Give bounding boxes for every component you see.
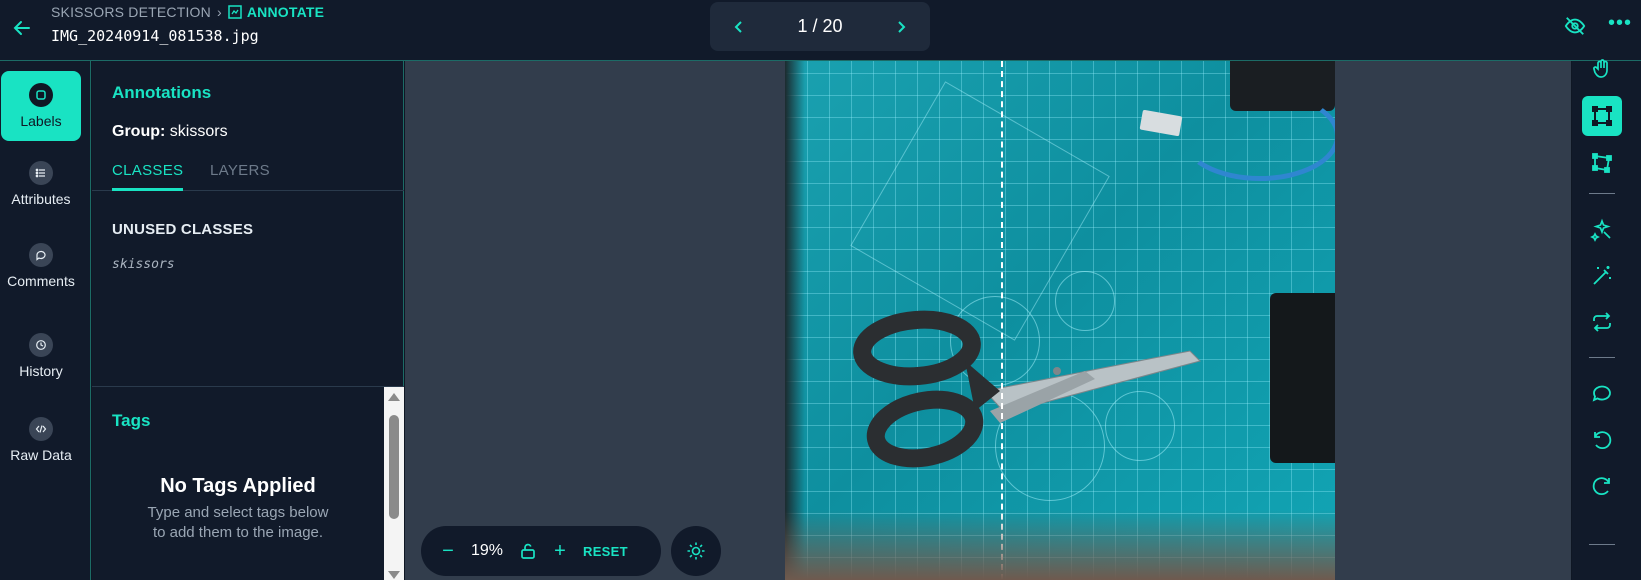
tab-layers[interactable]: LAYERS: [210, 162, 270, 179]
undo-button[interactable]: [1582, 420, 1622, 460]
group-value: skissors: [169, 123, 228, 140]
breadcrumb-mode: ANNOTATE: [228, 4, 324, 20]
comment-tool[interactable]: [1582, 373, 1622, 413]
zoom-level: 19%: [471, 542, 504, 559]
toolbar-divider: [1589, 193, 1615, 194]
nav-item-labels[interactable]: Labels: [1, 71, 81, 141]
annotate-icon: [228, 5, 242, 19]
hand-icon: [1593, 59, 1608, 78]
undo-icon: [1594, 431, 1612, 450]
toolbar-divider: [1589, 357, 1615, 358]
more-options-icon[interactable]: •••: [1608, 12, 1632, 35]
nav-item-history[interactable]: History: [0, 333, 82, 379]
annotations-panel: Annotations Group: skissors CLASSES LAYE…: [92, 61, 404, 580]
breadcrumb-project[interactable]: SKISSORS DETECTION: [51, 4, 211, 20]
history-icon: [29, 333, 53, 357]
magic-wand-icon: [1593, 266, 1611, 285]
image-canvas[interactable]: [405, 61, 1571, 580]
smart-select-icon: [1590, 218, 1611, 242]
hand-tool[interactable]: [1582, 49, 1622, 89]
group-label: Group:: [112, 123, 166, 140]
toolbar-divider: [1589, 544, 1615, 545]
redo-icon: [1592, 477, 1610, 496]
nav-label: Labels: [20, 113, 62, 129]
zoom-out-button[interactable]: −: [439, 540, 457, 563]
bounding-box-tool[interactable]: [1582, 96, 1622, 136]
list-icon: [29, 161, 53, 185]
tags-title: Tags: [112, 411, 151, 430]
top-header: SKISSORS DETECTION › ANNOTATE IMG_202409…: [0, 0, 1641, 61]
redo-button[interactable]: [1582, 466, 1622, 506]
nav-item-comments[interactable]: Comments: [0, 243, 82, 289]
nav-label: History: [19, 363, 63, 379]
polygon-icon: [1592, 153, 1612, 173]
breadcrumb: SKISSORS DETECTION › ANNOTATE: [51, 4, 324, 20]
unused-classes-heading: UNUSED CLASSES: [112, 221, 254, 238]
zoom-controls: − 19% + RESET: [421, 526, 661, 576]
page-count: 1 / 20: [797, 16, 843, 36]
file-name: IMG_20240914_081538.jpg: [51, 27, 259, 45]
scroll-down-icon[interactable]: [388, 571, 400, 579]
comment-icon: [29, 243, 53, 267]
code-icon: [29, 417, 53, 441]
image-pager: 1 / 20: [710, 2, 930, 51]
tab-classes[interactable]: CLASSES: [112, 162, 184, 191]
no-tags-hint: Type and select tags below to add them t…: [92, 503, 384, 543]
nav-label: Attributes: [11, 191, 71, 207]
scroll-up-icon[interactable]: [388, 393, 400, 401]
panel-title: Annotations: [112, 83, 212, 102]
image-table-edge: [785, 510, 1335, 580]
chevron-right-icon: ›: [216, 4, 222, 20]
brightness-button[interactable]: [671, 526, 721, 576]
label-icon: [29, 83, 53, 107]
class-item[interactable]: skissors: [112, 257, 175, 272]
convert-tool[interactable]: [1582, 302, 1622, 342]
crosshair-guide: [1001, 61, 1003, 580]
group-line: Group: skissors: [112, 123, 228, 141]
comment-icon: [1592, 385, 1611, 402]
mode-label: ANNOTATE: [246, 4, 325, 20]
nav-label: Comments: [7, 273, 75, 289]
reset-zoom-button[interactable]: RESET: [583, 544, 628, 559]
eye-off-icon[interactable]: [1564, 15, 1586, 37]
unlock-icon[interactable]: [519, 542, 537, 560]
tags-scrollbar[interactable]: [384, 387, 404, 580]
chevron-left-icon[interactable]: [730, 18, 748, 36]
no-tags-heading: No Tags Applied: [160, 475, 316, 497]
nav-label: Raw Data: [10, 447, 72, 463]
magic-wand-tool[interactable]: [1582, 256, 1622, 296]
back-arrow-icon[interactable]: [10, 16, 34, 40]
polygon-tool[interactable]: [1582, 143, 1622, 183]
smart-select-tool[interactable]: [1582, 210, 1622, 250]
nav-item-attributes[interactable]: Attributes: [0, 161, 82, 207]
annotated-image[interactable]: [785, 61, 1335, 580]
chevron-right-icon[interactable]: [892, 18, 910, 36]
right-toolbar: [1572, 59, 1641, 580]
hint-line: Type and select tags below: [147, 504, 329, 521]
nav-item-raw-data[interactable]: Raw Data: [0, 417, 82, 463]
scroll-thumb[interactable]: [389, 415, 399, 519]
tags-section: Tags No Tags Applied Type and select tag…: [92, 386, 404, 580]
bbox-icon: [1592, 106, 1612, 126]
sun-icon: [687, 542, 705, 560]
zoom-in-button[interactable]: +: [551, 540, 569, 563]
panel-tabs: CLASSES LAYERS: [92, 156, 404, 191]
hint-line: to add them to the image.: [152, 524, 324, 541]
left-sidebar: Labels Attributes Comments History Raw D…: [0, 61, 91, 580]
convert-icon: [1593, 312, 1611, 332]
scissors-image: [853, 310, 1201, 468]
